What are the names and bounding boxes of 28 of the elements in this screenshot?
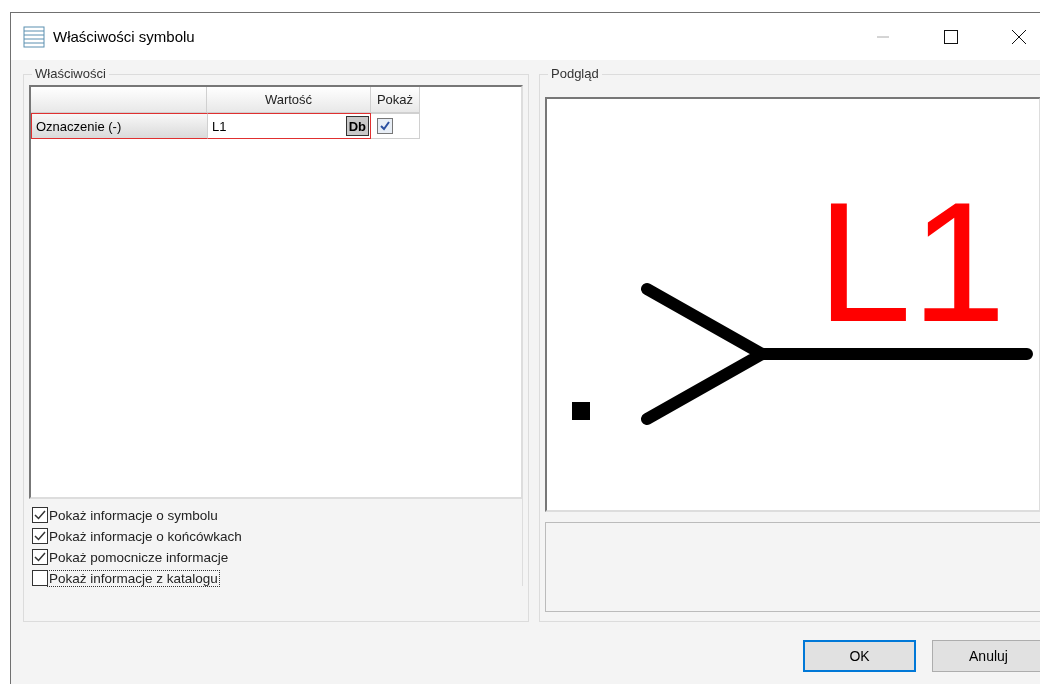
database-button[interactable]: Db	[345, 116, 369, 136]
close-icon	[1012, 29, 1026, 44]
checkbox-label[interactable]: Pokaż informacje z katalogu	[48, 570, 219, 586]
column-header: Wartość	[207, 87, 371, 113]
checkbox[interactable]	[32, 549, 48, 565]
column-header: Pokaż	[371, 87, 420, 113]
checkbox-label[interactable]: Pokaż informacje o symbolu	[48, 507, 219, 523]
checkbox-label[interactable]: Pokaż pomocnicze informacje	[48, 549, 230, 565]
group-title: Podgląd	[548, 66, 602, 81]
checkbox[interactable]	[32, 570, 48, 586]
group-title: Właściwości	[32, 66, 109, 81]
check-icon	[34, 509, 46, 521]
dialog-button[interactable]: OK	[803, 640, 916, 672]
dialog-button[interactable]: Anuluj	[932, 640, 1040, 672]
show-checkbox[interactable]	[377, 118, 393, 134]
designation-label: L1	[817, 167, 1007, 357]
list-icon	[23, 25, 45, 48]
check-icon	[34, 551, 46, 563]
value-text[interactable]: L1	[212, 118, 342, 134]
checkbox-label[interactable]: Pokaż informacje o końcówkach	[48, 528, 243, 544]
check-icon	[380, 121, 390, 131]
window-title: Właściwości symbolu	[53, 28, 196, 45]
check-icon	[34, 530, 46, 542]
maximize-icon	[944, 29, 958, 44]
minimize-icon	[877, 35, 889, 38]
property-name[interactable]: Oznaczenie (-)	[31, 113, 207, 139]
checkbox[interactable]	[32, 507, 48, 523]
checkbox[interactable]	[32, 528, 48, 544]
